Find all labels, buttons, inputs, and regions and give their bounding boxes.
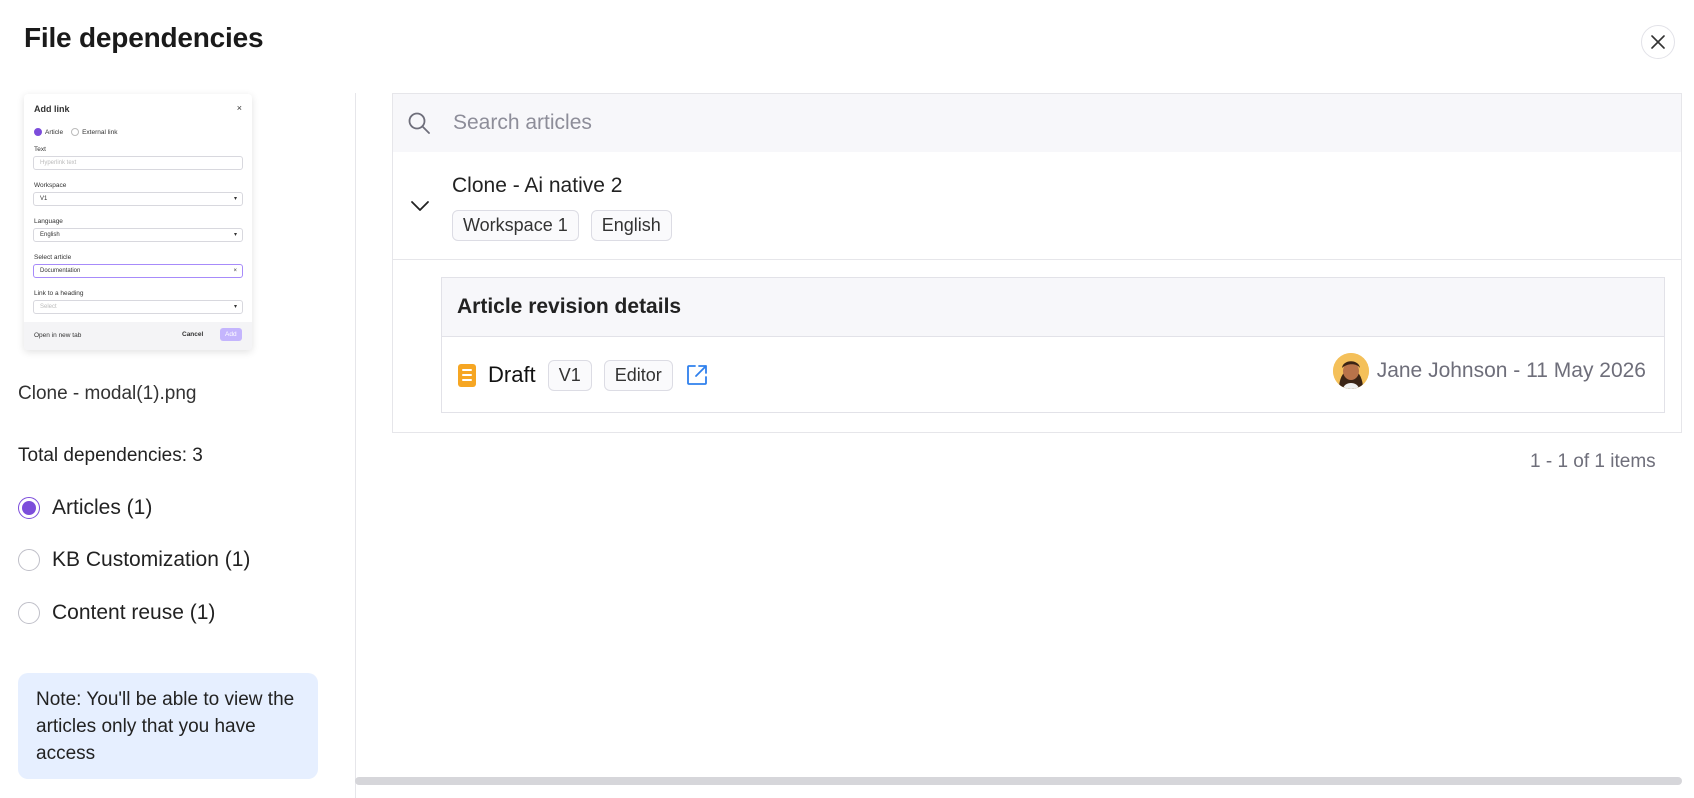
radio-kb-customization[interactable]: KB Customization (1) — [18, 548, 250, 572]
article-tags: Workspace 1 English — [452, 210, 672, 241]
external-link-icon[interactable] — [685, 363, 709, 387]
dialog-title: File dependencies — [24, 22, 264, 53]
draft-document-icon — [458, 363, 476, 387]
thumb-heading-placeholder: Select — [40, 304, 57, 310]
tag-workspace: Workspace 1 — [452, 210, 579, 241]
thumb-language-field: English ▾ — [33, 228, 243, 242]
radio-content-reuse-indicator[interactable] — [18, 602, 40, 624]
thumb-text-label: Text — [34, 146, 46, 153]
thumb-heading-label: Link to a heading — [34, 290, 84, 297]
revision-header: Article revision details — [442, 278, 1664, 337]
vertical-divider — [355, 93, 356, 798]
thumb-workspace-label: Workspace — [34, 182, 67, 189]
horizontal-scrollbar[interactable] — [355, 777, 1682, 785]
thumb-footer: Open in new tab Cancel Add — [24, 322, 252, 350]
thumb-select-article-field: Documentation × — [33, 264, 243, 278]
radio-kb-customization-label: KB Customization (1) — [52, 548, 251, 571]
pagination-info: 1 - 1 of 1 items — [1530, 451, 1656, 472]
search-bar — [393, 94, 1681, 152]
radio-content-reuse[interactable]: Content reuse (1) — [18, 601, 215, 625]
thumb-radio-external: External link — [82, 128, 118, 136]
radio-kb-customization-indicator[interactable] — [18, 549, 40, 571]
thumb-language-label: Language — [34, 218, 63, 225]
revision-version-tag: V1 — [547, 359, 592, 391]
thumb-select-article-value: Documentation — [40, 268, 81, 274]
close-icon — [1651, 35, 1665, 49]
radio-content-reuse-label: Content reuse (1) — [52, 601, 216, 624]
revision-details: Article revision details Draft V1 Editor — [441, 277, 1665, 413]
total-dependencies: Total dependencies: 3 — [18, 445, 203, 466]
thumb-text-field: Hyperlink text — [33, 156, 243, 170]
thumb-cancel: Cancel — [182, 331, 204, 338]
radio-articles-indicator[interactable] — [18, 497, 40, 519]
avatar — [1332, 353, 1369, 389]
close-button[interactable] — [1641, 25, 1675, 59]
thumb-radio-article: Article — [45, 128, 64, 136]
radio-articles-label: Articles (1) — [52, 496, 153, 519]
chevron-down-icon[interactable] — [410, 200, 430, 212]
thumb-close-icon: × — [236, 103, 242, 113]
revision-author: Jane Johnson - 11 May 2026 — [1332, 353, 1646, 389]
file-name: Clone - modal(1).png — [18, 383, 197, 404]
search-icon — [407, 111, 431, 135]
thumb-title: Add link — [34, 104, 70, 114]
search-input[interactable] — [451, 110, 1555, 136]
thumb-radio-group: Article External link — [34, 128, 117, 136]
radio-articles[interactable]: Articles (1) — [18, 496, 152, 520]
articles-panel: Clone - Ai native 2 Workspace 1 English … — [392, 93, 1682, 433]
thumb-add: Add — [220, 328, 242, 341]
article-title: Clone - Ai native 2 — [452, 174, 623, 197]
thumb-select-article-label: Select article — [34, 254, 72, 261]
tag-language: English — [590, 210, 672, 241]
revision-status: Draft — [488, 362, 536, 387]
thumb-language-value: English — [40, 232, 60, 238]
thumb-workspace-value: V1 — [40, 196, 48, 202]
access-note: Note: You'll be able to view the article… — [18, 673, 318, 779]
thumb-heading-field: Select ▾ — [33, 300, 243, 314]
revision-role-tag: Editor — [603, 359, 673, 391]
thumb-workspace-field: V1 ▾ — [33, 192, 243, 206]
revision-row: Draft V1 Editor Jane Johnson - 11 May 20… — [442, 337, 1664, 413]
file-thumbnail: Add link × Article External link Text Hy… — [24, 94, 252, 350]
revision-author-text: Jane Johnson - 11 May 2026 — [1376, 359, 1646, 382]
thumb-open-new-tab: Open in new tab — [34, 332, 82, 339]
article-row: Clone - Ai native 2 Workspace 1 English — [393, 152, 1681, 260]
